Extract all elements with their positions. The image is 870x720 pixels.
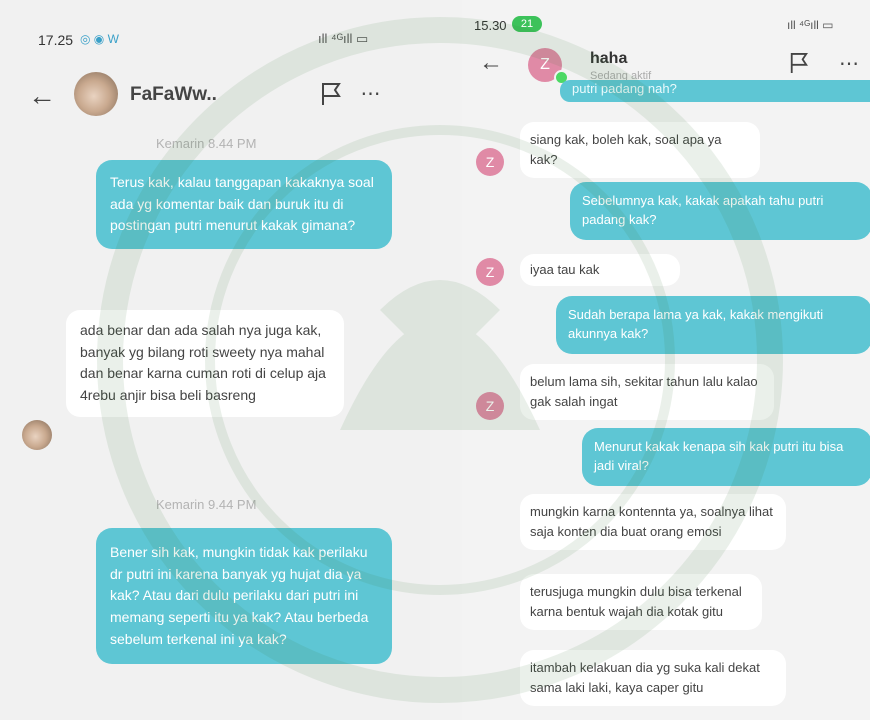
sender-avatar: Z: [476, 392, 504, 420]
back-arrow-icon[interactable]: ←: [478, 49, 504, 76]
status-bar: 15.30 21 ıll ⁴ᴳıll ▭: [462, 0, 870, 40]
status-bar: 17.25 ◎ ◉ W ıll ⁴ᴳıll ▭: [0, 0, 430, 60]
chat-header: ← FaFaWw.. ⋯: [0, 70, 430, 134]
right-chat-screenshot: 15.30 21 ıll ⁴ᴳıll ▭ ← Z haha Sedang akt…: [462, 0, 870, 720]
incoming-message: itambah kelakuan dia yg suka kali dekat …: [520, 650, 786, 707]
incoming-message: siang kak, boleh kak, soal apa ya kak?: [520, 122, 760, 179]
left-chat-screenshot: 17.25 ◎ ◉ W ıll ⁴ᴳıll ▭ ← FaFaWw.. ⋯ Kem…: [0, 0, 430, 720]
incoming-message: mungkin karna kontennta ya, soalnya liha…: [520, 494, 786, 551]
outgoing-message: Bener sih kak, mungkin tidak kak perilak…: [96, 528, 392, 665]
message-timestamp: Kemarin 8.44 PM: [156, 136, 257, 151]
outgoing-message: Terus kak, kalau tanggapan kakaknya soal…: [96, 160, 392, 250]
signal-battery-icons: ıll ⁴ᴳıll ▭: [787, 18, 834, 32]
notification-icons: ◎ ◉ W: [80, 32, 119, 46]
flag-icon[interactable]: [786, 50, 812, 76]
incoming-message: iyaa tau kak: [520, 254, 680, 287]
sender-avatar: Z: [476, 148, 504, 176]
more-options-icon[interactable]: ⋯: [836, 50, 862, 76]
status-time: 15.30: [474, 18, 507, 33]
outgoing-message: Sudah berapa lama ya kak, kakak mengikut…: [556, 296, 870, 354]
incoming-message: terusjuga mungkin dulu bisa terkenal kar…: [520, 574, 762, 631]
back-arrow-icon[interactable]: ←: [28, 80, 56, 111]
outgoing-message: Sebelumnya kak, kakak apakah tahu putri …: [570, 182, 870, 240]
battery-pill: 21: [512, 16, 542, 32]
signal-battery-icons: ıll ⁴ᴳıll ▭: [318, 31, 369, 46]
contact-name[interactable]: FaFaWw..: [130, 84, 217, 106]
incoming-message: ada benar dan ada salah nya juga kak, ba…: [66, 310, 344, 417]
more-options-icon[interactable]: ⋯: [358, 80, 384, 106]
status-time: 17.25: [38, 32, 74, 48]
message-timestamp: Kemarin 9.44 PM: [156, 497, 257, 512]
outgoing-message: putri padang nah?: [560, 80, 870, 102]
outgoing-message: Menurut kakak kenapa sih kak putri itu b…: [582, 428, 870, 486]
avatar[interactable]: [74, 72, 118, 116]
incoming-message: belum lama sih, sekitar tahun lalu kalao…: [520, 364, 774, 421]
sender-avatar: [22, 420, 52, 450]
contact-name[interactable]: haha: [590, 50, 627, 68]
flag-icon[interactable]: [318, 80, 344, 108]
sender-avatar: Z: [476, 258, 504, 286]
